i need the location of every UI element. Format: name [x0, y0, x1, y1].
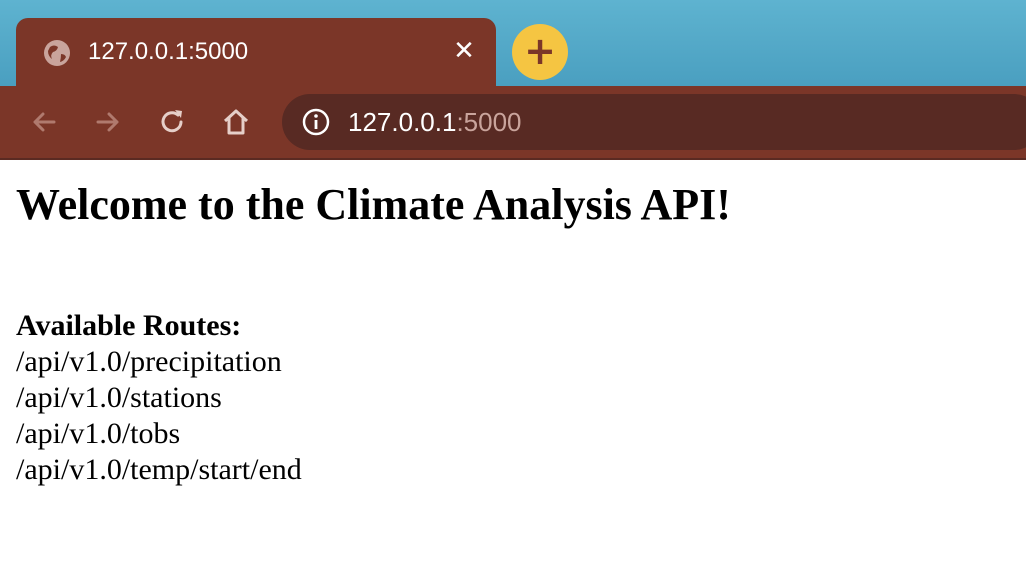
forward-icon[interactable] [92, 106, 124, 138]
page-content: Welcome to the Climate Analysis API! Ava… [16, 176, 1006, 488]
routes-heading: Available Routes: [16, 309, 242, 342]
route-item: /api/v1.0/precipitation [16, 345, 282, 378]
browser-tab[interactable]: 127.0.0.1:5000 ✕ [16, 18, 496, 90]
reload-icon[interactable] [156, 106, 188, 138]
back-icon[interactable] [28, 106, 60, 138]
home-icon[interactable] [220, 106, 252, 138]
routes-section: Available Routes: /api/v1.0/precipitatio… [16, 308, 1006, 488]
route-item: /api/v1.0/stations [16, 381, 222, 414]
url-host: 127.0.0.1 [348, 107, 457, 137]
page-title: Welcome to the Climate Analysis API! [16, 180, 731, 229]
info-icon[interactable] [302, 108, 330, 136]
tab-strip: 127.0.0.1:5000 ✕ + [0, 0, 1026, 90]
route-item: /api/v1.0/temp/start/end [16, 453, 302, 486]
plus-icon[interactable]: + [512, 24, 568, 80]
browser-toolbar: 127.0.0.1:5000 [0, 86, 1026, 160]
address-bar[interactable]: 127.0.0.1:5000 [282, 94, 1026, 150]
globe-icon [44, 40, 70, 66]
tab-title: 127.0.0.1:5000 [88, 38, 249, 65]
url-port: :5000 [456, 107, 522, 137]
url-text: 127.0.0.1:5000 [348, 106, 522, 138]
route-item: /api/v1.0/tobs [16, 417, 181, 450]
close-icon[interactable]: ✕ [450, 36, 478, 66]
